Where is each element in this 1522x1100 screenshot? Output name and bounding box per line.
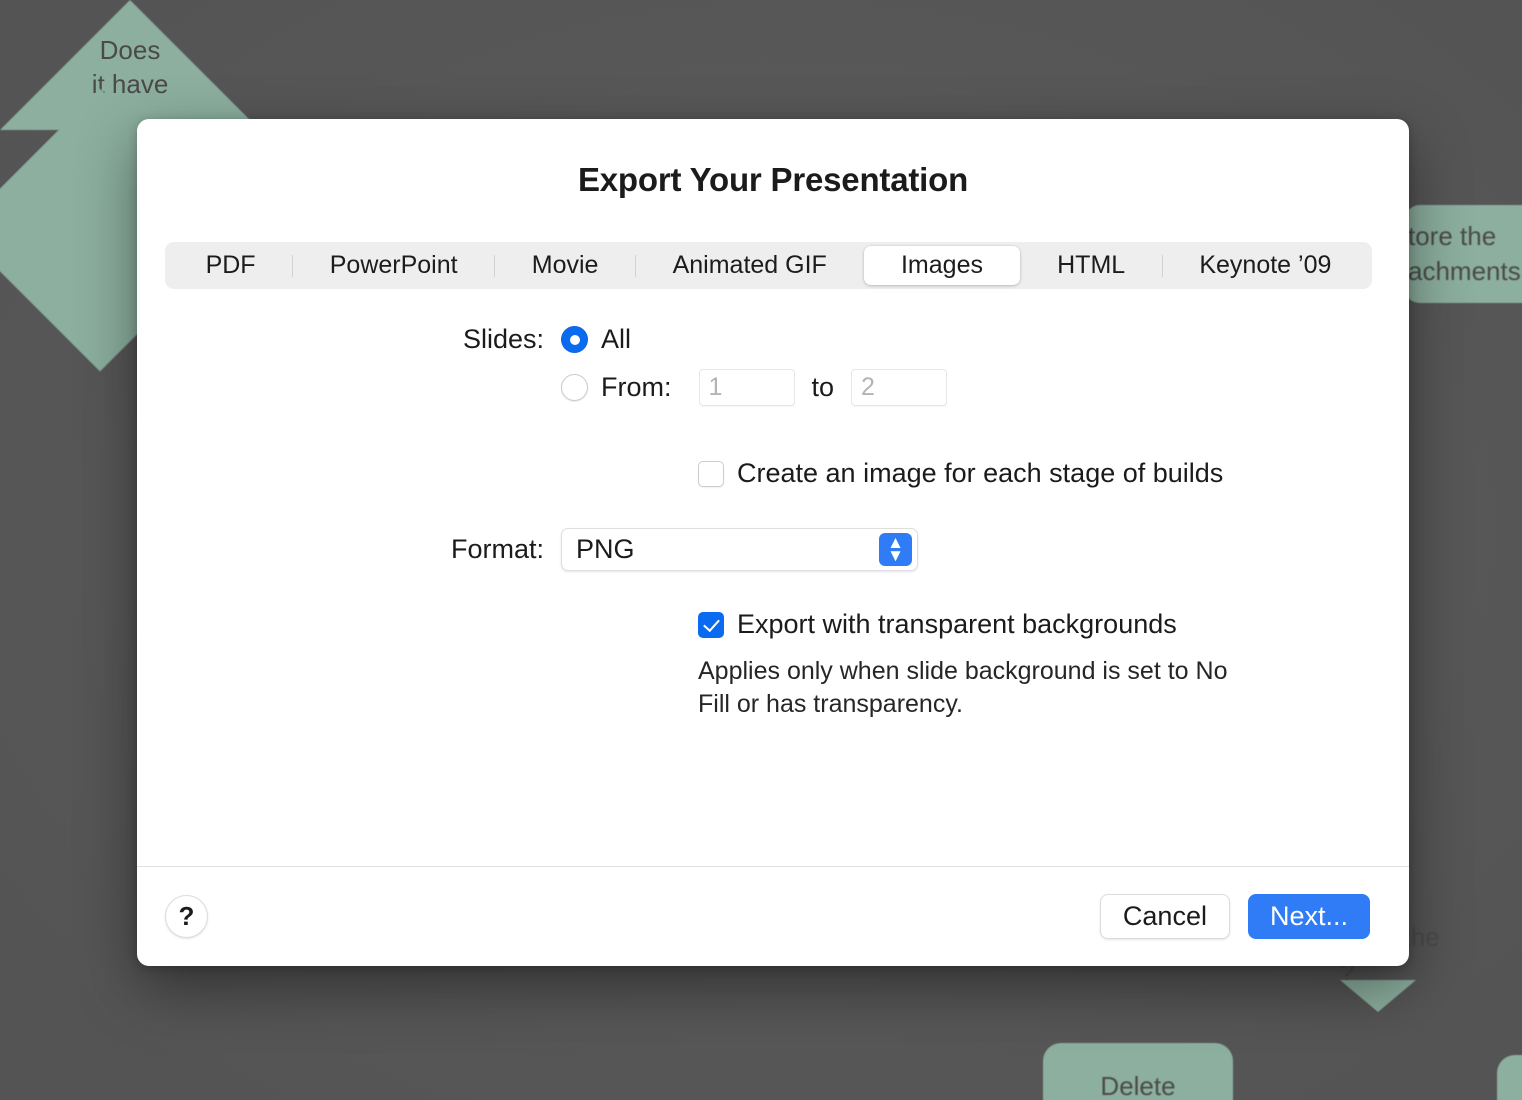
dialog-footer: ? Cancel Next...	[137, 866, 1409, 966]
export-options-form: Slides: All From: 1 to 2 Create an image…	[137, 324, 1409, 722]
backdrop-shape-rect-bottom: Delete	[1043, 1043, 1233, 1100]
triangle-top-line1: Does	[99, 35, 161, 65]
slides-from-input[interactable]: 1	[698, 369, 795, 406]
triangle-top-line2: it have	[91, 68, 169, 99]
checkbox-transparent-backgrounds[interactable]	[698, 611, 724, 638]
slides-to-input[interactable]: 2	[851, 369, 948, 406]
triangle-top-text: Does it have	[0, 34, 260, 102]
chevron-down-glyph: ▼	[887, 545, 904, 565]
tab-powerpoint[interactable]: PowerPoint	[293, 246, 494, 285]
tab-animated-gif[interactable]: Animated GIF	[636, 246, 863, 285]
tab-pdf[interactable]: PDF	[169, 246, 292, 285]
tab-images[interactable]: Images	[864, 246, 1020, 285]
slides-all-row: Slides: All	[137, 324, 1409, 355]
slides-label: Slides:	[462, 324, 544, 354]
question-mark-icon: ?	[178, 901, 195, 931]
export-presentation-dialog: Export Your Presentation PDF PowerPoint …	[137, 119, 1409, 966]
radio-slides-from[interactable]	[561, 374, 588, 401]
format-select[interactable]: PNG ▲ ▼	[561, 528, 918, 571]
format-selected-value: PNG	[576, 534, 635, 564]
tab-movie[interactable]: Movie	[495, 246, 635, 285]
transparent-backgrounds-hint: Applies only when slide background is se…	[698, 657, 1228, 719]
help-button[interactable]: ?	[165, 895, 208, 938]
format-label: Format:	[450, 534, 544, 564]
radio-slides-all[interactable]	[561, 326, 588, 353]
next-button[interactable]: Next...	[1247, 894, 1370, 939]
tab-html[interactable]: HTML	[1021, 246, 1162, 285]
dialog-title: Export Your Presentation	[577, 161, 969, 198]
cancel-button[interactable]: Cancel	[1099, 894, 1230, 939]
checkbox-transparent-backgrounds-label: Export with transparent backgrounds	[737, 609, 1177, 639]
export-format-tab-bar[interactable]: PDF PowerPoint Movie Animated GIF Images…	[165, 242, 1372, 289]
dialog-body: Export Your Presentation PDF PowerPoint …	[137, 119, 1409, 866]
checkbox-image-per-build-stage-label: Create an image for each stage of builds	[737, 458, 1224, 488]
backdrop-shape-triangle-top: Does it have	[0, 0, 260, 130]
backdrop-shape-arrow-down	[1340, 980, 1416, 1012]
transparent-checkbox-row: Export with transparent backgrounds	[137, 609, 1409, 640]
slides-range-row: From: 1 to 2	[137, 369, 1409, 406]
format-row: Format: PNG ▲ ▼	[137, 528, 1409, 571]
backdrop-shape-rect-corner	[1497, 1055, 1522, 1100]
builds-checkbox-row: Create an image for each stage of builds	[137, 458, 1409, 489]
slides-to-label: to	[811, 372, 835, 402]
rect-bottom-text: Delete	[1100, 1071, 1176, 1100]
rect-right-line1: tore the	[1408, 220, 1497, 251]
rect-right-line2: achments	[1408, 256, 1521, 286]
backdrop-shape-rect-right: tore the achments	[1404, 205, 1522, 303]
radio-slides-all-label: All	[601, 324, 632, 354]
chevron-updown-icon[interactable]: ▲ ▼	[879, 533, 912, 566]
radio-slides-from-label: From:	[601, 372, 672, 402]
tab-keynote-09[interactable]: Keynote ’09	[1163, 246, 1368, 285]
rect-right-text: tore the achments	[1408, 219, 1521, 289]
checkbox-image-per-build-stage[interactable]	[698, 460, 724, 487]
